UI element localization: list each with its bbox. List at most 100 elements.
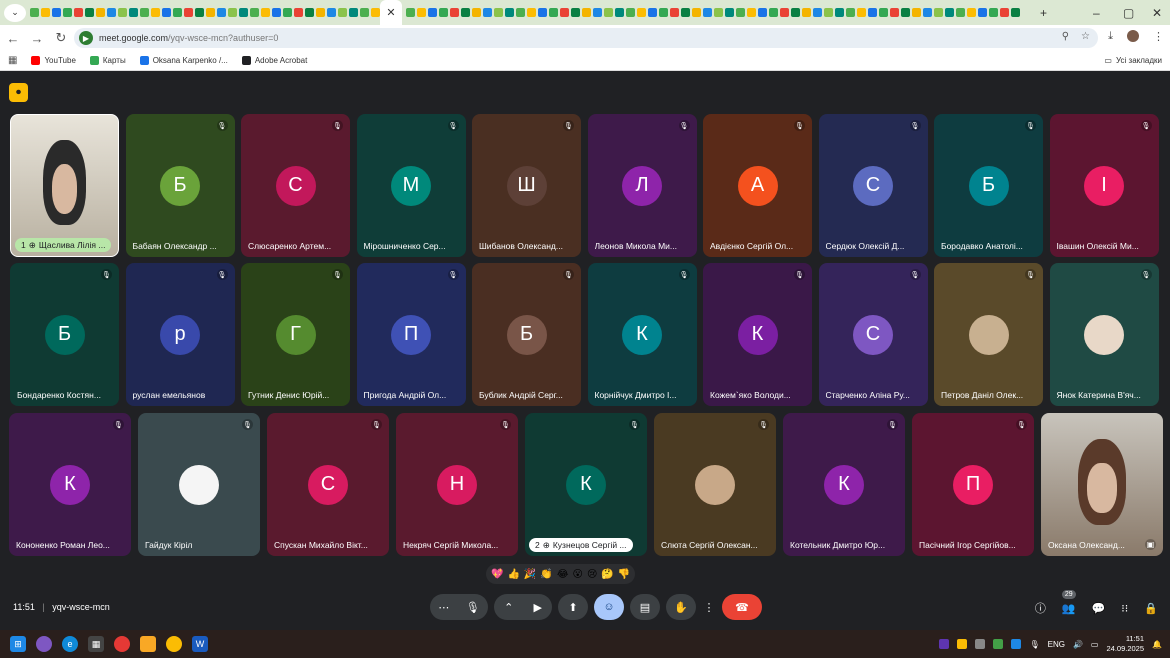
tab-favicon[interactable] xyxy=(239,8,248,17)
present-screen-button[interactable]: ⬆ xyxy=(558,594,588,620)
edge-icon[interactable]: e xyxy=(62,636,78,652)
reaction-emoji[interactable]: 👏 xyxy=(540,569,552,580)
minimize-button[interactable]: – xyxy=(1093,0,1100,25)
people-button[interactable]: 👥 29 xyxy=(1061,589,1076,615)
tab-favicon[interactable] xyxy=(648,8,657,17)
start-icon[interactable]: ⊞ xyxy=(10,636,26,652)
activities-icon[interactable]: ⁝⁝ xyxy=(1121,602,1128,615)
tab-favicons-right[interactable] xyxy=(406,0,1046,25)
tab-favicon[interactable] xyxy=(217,8,226,17)
reaction-emoji[interactable]: 🤔 xyxy=(601,569,613,580)
tray-app-icon[interactable] xyxy=(939,639,950,649)
tab-favicon[interactable] xyxy=(107,8,116,17)
participant-tile[interactable]: К 🎙 Кононенко Роман Лео... xyxy=(9,413,131,556)
participant-tile[interactable]: Б 🎙 Бабаян Олександр ... xyxy=(125,114,235,257)
download-icon[interactable]: ⤓ xyxy=(1108,30,1113,43)
tab-favicons-left[interactable] xyxy=(30,0,380,25)
tab-favicon[interactable] xyxy=(824,8,833,17)
tab-favicon[interactable] xyxy=(129,8,138,17)
tab-favicon[interactable] xyxy=(1000,8,1009,17)
apps-grid-icon[interactable]: ▦ xyxy=(8,55,17,66)
tab-favicon[interactable] xyxy=(52,8,61,17)
maximize-button[interactable]: ▢ xyxy=(1123,0,1134,25)
participant-tile[interactable]: К 🎙 2 ⊕ Кузнецов Сергій ... xyxy=(525,413,647,556)
participant-tile[interactable]: 🎙 Петров Даніл Олек... xyxy=(934,263,1043,406)
tab-favicon[interactable] xyxy=(582,8,591,17)
tab-favicon[interactable] xyxy=(637,8,646,17)
file-explorer-icon[interactable] xyxy=(140,636,156,652)
tab-favicon[interactable] xyxy=(483,8,492,17)
tab-favicon[interactable] xyxy=(417,8,426,17)
tray-tool-icon[interactable] xyxy=(975,639,986,649)
recording-icon[interactable]: ⏺ xyxy=(9,83,28,102)
tab-favicon[interactable] xyxy=(327,8,336,17)
tab-favicon[interactable] xyxy=(63,8,72,17)
tab-favicon[interactable] xyxy=(659,8,668,17)
tab-favicon[interactable] xyxy=(703,8,712,17)
chevron-up-icon[interactable]: ⌃ xyxy=(504,601,513,614)
chrome-icon[interactable] xyxy=(114,636,130,652)
tab-favicon[interactable] xyxy=(472,8,481,17)
tab-favicon[interactable] xyxy=(956,8,965,17)
tab-favicon[interactable] xyxy=(162,8,171,17)
leave-call-button[interactable]: ☎ xyxy=(722,594,762,620)
tab-favicon[interactable] xyxy=(769,8,778,17)
participant-tile[interactable]: 🎙 Гайдук Кіріл xyxy=(138,413,260,556)
url-text[interactable]: meet.google.com/yqv-wsce-mcn?authuser=0 xyxy=(99,33,278,43)
tab-favicon[interactable] xyxy=(461,8,470,17)
bookmark-item[interactable]: Adobe Acrobat xyxy=(241,56,307,65)
tab-favicon[interactable] xyxy=(989,8,998,17)
participant-tile[interactable]: р 🎙 руслан емельянов xyxy=(125,263,235,406)
bookmark-item[interactable]: Карты xyxy=(89,56,126,65)
tab-favicon[interactable] xyxy=(1011,8,1020,17)
participant-tile[interactable]: 🎙 Слюта Сергій Олексан... xyxy=(654,413,776,556)
tab-favicon[interactable] xyxy=(360,8,369,17)
tab-favicon[interactable] xyxy=(670,8,679,17)
back-icon[interactable]: ← xyxy=(2,31,24,46)
reaction-emoji[interactable]: 👎 xyxy=(618,569,630,580)
notification-icon[interactable]: 🔔 xyxy=(1152,640,1162,649)
tab-favicon[interactable] xyxy=(338,8,347,17)
tab-favicon[interactable] xyxy=(681,8,690,17)
tab-favicon[interactable] xyxy=(428,8,437,17)
tab-favicon[interactable] xyxy=(538,8,547,17)
tray-mic-icon[interactable]: 🎙 xyxy=(1029,640,1039,649)
tab-favicon[interactable] xyxy=(802,8,811,17)
tab-favicon[interactable] xyxy=(85,8,94,17)
forward-icon[interactable]: → xyxy=(26,31,48,46)
tab-favicon[interactable] xyxy=(604,8,613,17)
participant-tile[interactable]: П 🎙 Пасічний Ігор Сергійов... xyxy=(912,413,1034,556)
tab-favicon[interactable] xyxy=(41,8,50,17)
participant-tile[interactable]: Л 🎙 Леонов Микола Ми... xyxy=(587,114,697,257)
meeting-details-icon[interactable]: ⓘ xyxy=(1035,600,1046,616)
participant-tile[interactable]: К 🎙 Корнійчук Дмитро І... xyxy=(587,263,697,406)
participant-tile[interactable]: 🎙 Янок Катерина В'яч... xyxy=(1049,263,1159,406)
participant-tile[interactable]: М 🎙 Мірошниченко Сер... xyxy=(356,114,466,257)
tab-favicon[interactable] xyxy=(294,8,303,17)
participant-tile[interactable]: Б 🎙 Бородавко Анатолі... xyxy=(934,114,1043,257)
participant-tile[interactable]: С 🎙 Спускан Михайло Вікт... xyxy=(267,413,389,556)
tab-favicon[interactable] xyxy=(74,8,83,17)
raise-hand-button[interactable]: ✋ xyxy=(666,594,696,620)
language-indicator[interactable]: ENG xyxy=(1048,640,1065,649)
participant-tile[interactable]: Н 🎙 Некряч Сергій Микола... xyxy=(396,413,518,556)
tab-favicon[interactable] xyxy=(527,8,536,17)
tab-favicon[interactable] xyxy=(305,8,314,17)
participant-tile[interactable]: С 🎙 Сердюк Олексій Д... xyxy=(818,114,928,257)
tab-favicon[interactable] xyxy=(835,8,844,17)
participant-tile[interactable]: П 🎙 Пригода Андрій Ол... xyxy=(356,263,466,406)
tab-favicon[interactable] xyxy=(758,8,767,17)
reaction-emoji[interactable]: 😂 xyxy=(557,569,569,580)
tab-favicon[interactable] xyxy=(349,8,358,17)
reaction-emoji[interactable]: 🎉 xyxy=(524,569,536,580)
new-tab-button[interactable]: + xyxy=(1040,0,1047,25)
site-info-icon[interactable]: ▶ xyxy=(79,31,93,45)
reaction-emoji[interactable]: 😢 xyxy=(587,569,597,580)
tab-favicon[interactable] xyxy=(371,8,380,17)
reaction-emoji[interactable]: 💖 xyxy=(491,569,503,580)
participant-tile[interactable]: Б 🎙 Бондаренко Костян... xyxy=(10,263,119,406)
tab-favicon[interactable] xyxy=(857,8,866,17)
participant-tile[interactable]: Г 🎙 Гутник Денис Юрій... xyxy=(241,263,350,406)
tab-favicon[interactable] xyxy=(879,8,888,17)
participant-tile[interactable]: І 🎙 Івашин Олексій Ми... xyxy=(1049,114,1159,257)
